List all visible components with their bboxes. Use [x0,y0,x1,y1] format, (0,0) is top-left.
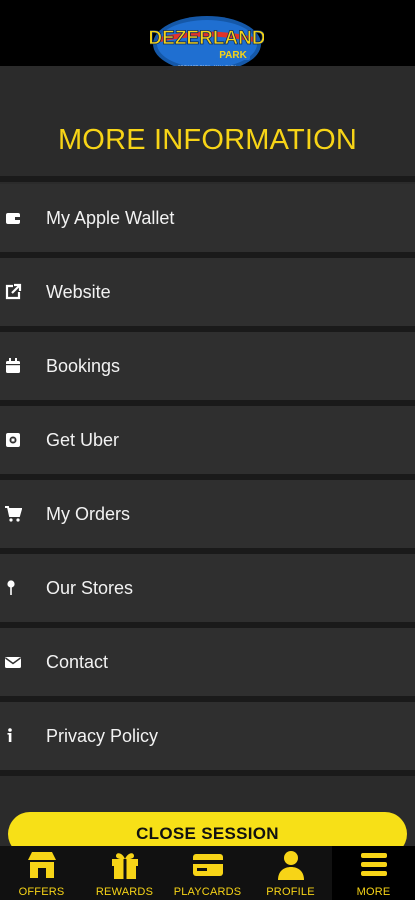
close-session-button[interactable]: CLOSE SESSION [8,812,407,846]
menu-item-label: My Apple Wallet [46,207,175,228]
menu-item-label: Website [46,281,111,302]
tab-rewards[interactable]: REWARDS [83,846,166,900]
menu-item-label: Get Uber [46,429,120,450]
pin-icon [4,579,22,597]
tab-label: PROFILE [266,886,315,898]
gift-icon [108,850,142,880]
card-icon [191,850,225,880]
menu-item-label: Privacy Policy [46,725,159,746]
dezerland-logo: DEZERLAND PARK BROWARD PARK · MALL PARK [150,16,264,72]
info-icon [4,727,22,745]
bottom-tab-bar: OFFERS REWARDS PLAYCARDS PROFILE MORE [0,846,415,900]
tab-label: MORE [356,886,391,898]
svg-text:PARK: PARK [219,50,247,61]
external-link-icon [4,283,22,301]
svg-text:DEZERLAND: DEZERLAND [150,28,264,49]
more-information-screen: MORE INFORMATION My Apple Wallet Website… [0,66,415,846]
menu-item-get-uber[interactable]: Get Uber [0,406,415,474]
tab-playcards[interactable]: PLAYCARDS [166,846,249,900]
tab-more[interactable]: MORE [332,846,415,900]
page-title: MORE INFORMATION [57,124,358,156]
menu-item-contact[interactable]: Contact [0,628,415,696]
menu-item-label: Bookings [46,355,121,376]
menu-item-bookings[interactable]: Bookings [0,332,415,400]
tab-label: REWARDS [95,886,154,898]
menu-item-website[interactable]: Website [0,258,415,326]
menu-item-my-orders[interactable]: My Orders [0,480,415,548]
menu-icon [357,850,391,880]
menu-item-apple-wallet[interactable]: My Apple Wallet [0,184,415,252]
tab-label: PLAYCARDS [173,886,242,898]
divider [0,176,415,182]
divider [0,770,415,776]
envelope-icon [4,653,22,671]
store-icon [25,850,59,880]
user-icon [274,850,308,880]
cart-icon [4,505,22,523]
calendar-icon [4,357,22,375]
tab-offers[interactable]: OFFERS [0,846,83,900]
menu-item-our-stores[interactable]: Our Stores [0,554,415,622]
uber-icon [4,431,22,449]
menu-item-label: Contact [46,651,109,672]
wallet-icon [4,209,22,227]
menu-item-privacy-policy[interactable]: Privacy Policy [0,702,415,770]
menu-item-label: My Orders [46,503,131,524]
menu-item-label: Our Stores [46,577,134,598]
app-header: DEZERLAND PARK BROWARD PARK · MALL PARK [0,0,415,72]
tab-label: OFFERS [18,886,65,898]
tab-profile[interactable]: PROFILE [249,846,332,900]
